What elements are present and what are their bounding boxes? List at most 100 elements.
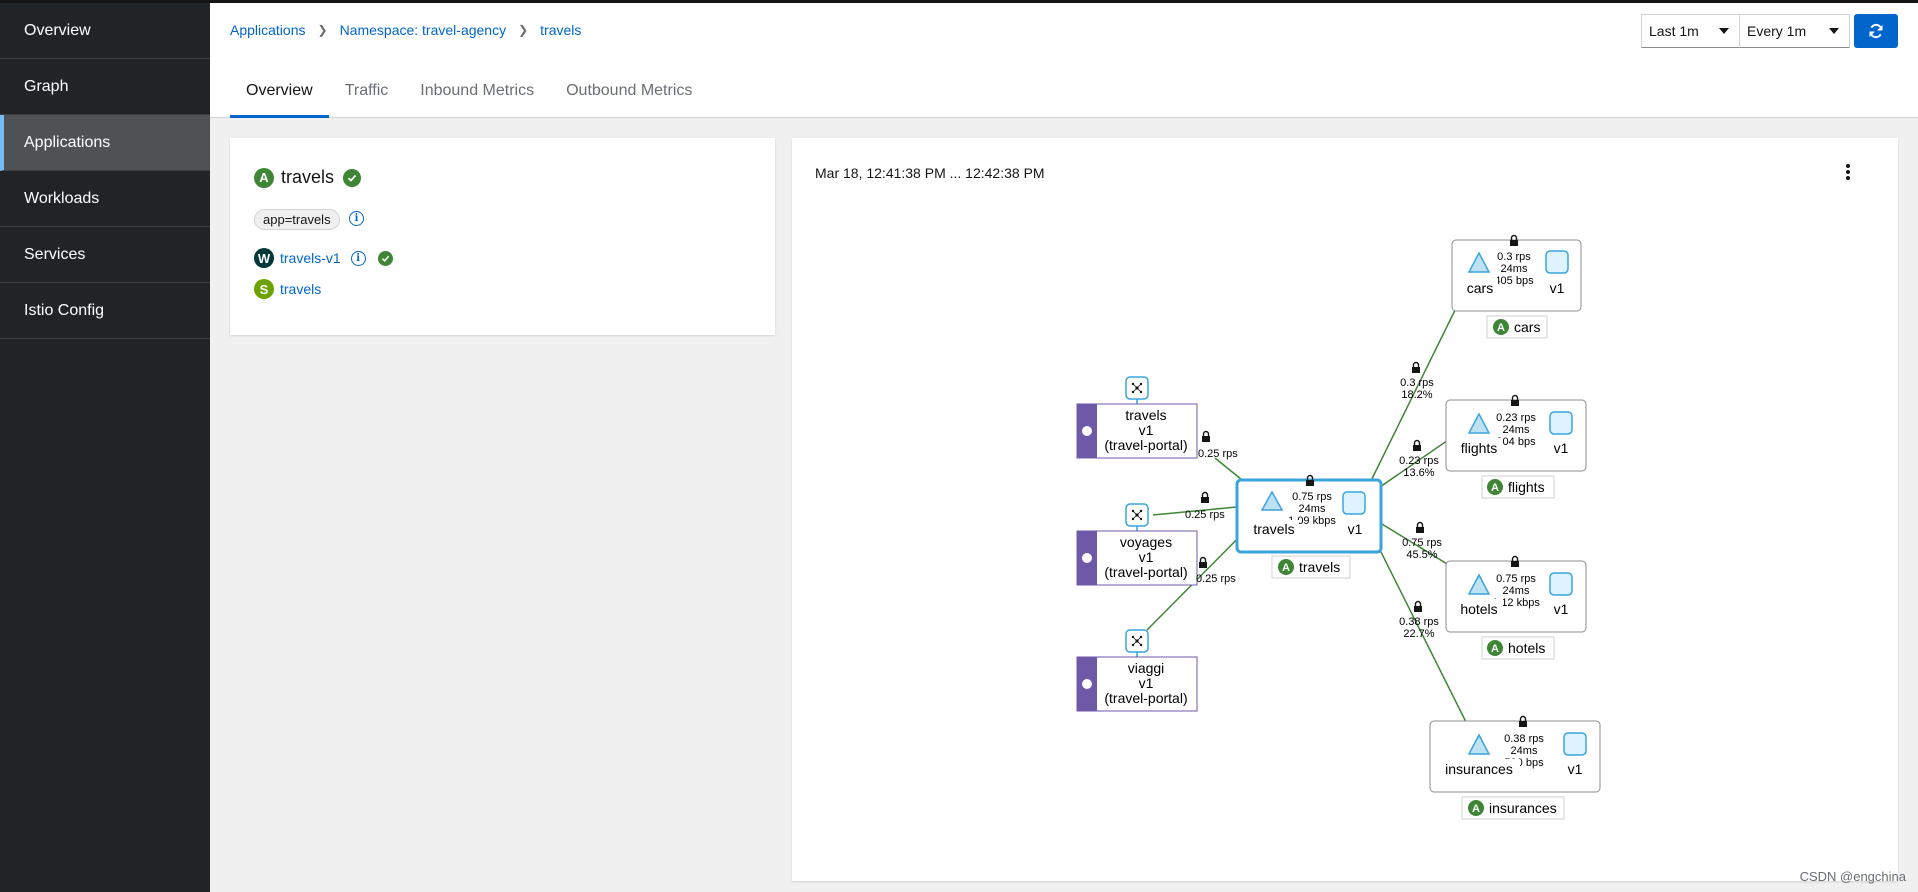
svg-text:A: A bbox=[1472, 803, 1480, 815]
svg-text:cars: cars bbox=[1467, 280, 1493, 296]
svg-text:A: A bbox=[1497, 322, 1505, 334]
app-label-insurances: A insurances bbox=[1461, 796, 1565, 820]
portal-node[interactable]: travels v1 (travel-portal) bbox=[1076, 403, 1198, 459]
svg-text:24ms: 24ms bbox=[1503, 585, 1530, 597]
caret-down-icon bbox=[1829, 28, 1839, 34]
chevron-right-icon: ❯ bbox=[518, 23, 529, 37]
caret-down-icon bbox=[1719, 28, 1729, 34]
svg-text:v1: v1 bbox=[1568, 761, 1583, 777]
info-icon[interactable]: i bbox=[350, 250, 366, 266]
node-latency: 24ms bbox=[1299, 503, 1326, 515]
svg-text:A: A bbox=[1491, 482, 1499, 494]
health-ok-icon[interactable] bbox=[343, 168, 362, 187]
portal-node[interactable]: viaggi v1 (travel-portal) bbox=[1076, 656, 1198, 712]
app-badge: A bbox=[254, 167, 274, 188]
node-namespace: (travel-portal) bbox=[1104, 437, 1187, 453]
svg-text:24ms: 24ms bbox=[1501, 263, 1528, 275]
svg-text:A: A bbox=[1282, 562, 1290, 574]
edge-label: 0.23 rps bbox=[1399, 455, 1439, 467]
tab-traffic[interactable]: Traffic bbox=[329, 76, 405, 118]
svg-text:insurances: insurances bbox=[1489, 800, 1557, 816]
edge-percent: 45.5% bbox=[1406, 549, 1437, 561]
chevron-right-icon: ❯ bbox=[317, 23, 328, 37]
app-node-insurances[interactable]: 0.38 rps 24ms 530 bps insurances v1 bbox=[1429, 715, 1601, 793]
sidebar: Overview Graph Applications Workloads Se… bbox=[0, 3, 210, 892]
refresh-interval-select[interactable]: Every 1m bbox=[1740, 14, 1850, 48]
sync-icon bbox=[1869, 23, 1883, 39]
breadcrumb: Applications ❯ Namespace: travel-agency … bbox=[230, 22, 581, 38]
svg-text:24ms: 24ms bbox=[1511, 745, 1538, 757]
info-icon[interactable]: i bbox=[349, 211, 364, 226]
service-badge: S bbox=[254, 279, 274, 299]
workload-row: W travels-v1 i bbox=[254, 248, 393, 268]
svg-text:cars: cars bbox=[1514, 319, 1540, 335]
workload-badge: W bbox=[254, 248, 274, 268]
watermark: CSDN @engchina bbox=[1799, 869, 1906, 884]
node-version: v1 bbox=[1139, 675, 1154, 691]
app-node-hotels[interactable]: 0.75 rps 24ms 1.12 kbps hotels v1 bbox=[1445, 555, 1587, 633]
tab-overview[interactable]: Overview bbox=[230, 76, 329, 118]
workload-link[interactable]: travels-v1 bbox=[280, 250, 341, 266]
svg-text:insurances: insurances bbox=[1445, 761, 1513, 777]
svg-text:travels: travels bbox=[1299, 559, 1340, 575]
sidebar-item-workloads[interactable]: Workloads bbox=[0, 171, 210, 227]
sidebar-item-istio-config[interactable]: Istio Config bbox=[0, 283, 210, 339]
tab-inbound-metrics[interactable]: Inbound Metrics bbox=[404, 76, 550, 118]
edge-percent: 22.7% bbox=[1403, 628, 1434, 640]
node-version: v1 bbox=[1139, 422, 1154, 438]
edge-label: 0.25 rps bbox=[1185, 509, 1225, 521]
svg-text:v1: v1 bbox=[1550, 280, 1565, 296]
app-title: travels bbox=[281, 167, 335, 187]
svg-text:flights: flights bbox=[1508, 479, 1545, 495]
node-namespace: (travel-portal) bbox=[1104, 690, 1187, 706]
breadcrumb-namespace[interactable]: Namespace: travel-agency bbox=[340, 22, 507, 38]
edge-label: 0.3 rps bbox=[1400, 377, 1434, 389]
app-label-flights: A flights bbox=[1481, 475, 1555, 499]
app-node-flights[interactable]: 0.23 rps 24ms 304 bps flights v1 bbox=[1445, 394, 1587, 472]
svg-text:0.23 rps: 0.23 rps bbox=[1496, 412, 1536, 424]
app-label-cars: A cars bbox=[1486, 315, 1548, 339]
refresh-button[interactable] bbox=[1854, 14, 1898, 48]
breadcrumb-travels[interactable]: travels bbox=[540, 22, 581, 38]
breadcrumb-applications[interactable]: Applications bbox=[230, 22, 306, 38]
refresh-interval-value: Every 1m bbox=[1747, 23, 1807, 39]
node-version: v1 bbox=[1139, 549, 1154, 565]
app-label: app=travels bbox=[254, 209, 340, 230]
svg-text:v1: v1 bbox=[1554, 440, 1569, 456]
version-label: v1 bbox=[1348, 521, 1363, 537]
sidebar-item-services[interactable]: Services bbox=[0, 227, 210, 283]
service-link[interactable]: travels bbox=[280, 281, 321, 297]
svg-text:0.3 rps: 0.3 rps bbox=[1497, 251, 1531, 263]
tab-outbound-metrics[interactable]: Outbound Metrics bbox=[550, 76, 708, 118]
node-name: viaggi bbox=[1128, 660, 1165, 676]
portal-node[interactable]: voyages v1 (travel-portal) bbox=[1076, 530, 1198, 586]
svg-text:405 bps: 405 bps bbox=[1494, 275, 1534, 287]
node-name: travels bbox=[1125, 407, 1166, 423]
service-name: travels bbox=[1253, 521, 1294, 537]
app-node-travels[interactable]: 0.75 rps 24ms 1.09 kbps travels v1 bbox=[1235, 474, 1383, 554]
duration-value: Last 1m bbox=[1649, 23, 1699, 39]
edge-percent: 13.6% bbox=[1403, 467, 1434, 479]
sidebar-item-applications[interactable]: Applications bbox=[0, 115, 210, 171]
page-header: Applications ❯ Namespace: travel-agency … bbox=[210, 3, 1918, 118]
sidebar-item-graph[interactable]: Graph bbox=[0, 59, 210, 115]
health-ok-icon[interactable] bbox=[377, 250, 393, 266]
node-namespace: (travel-portal) bbox=[1104, 564, 1187, 580]
graph-card: Mar 18, 12:41:38 PM ... 12:42:38 PM trav… bbox=[792, 138, 1898, 881]
svg-text:hotels: hotels bbox=[1508, 640, 1545, 656]
duration-select[interactable]: Last 1m bbox=[1641, 14, 1740, 48]
edge-label: 0.25 rps bbox=[1196, 573, 1236, 585]
app-label-hotels: A hotels bbox=[1481, 636, 1555, 660]
service-row: S travels bbox=[254, 279, 321, 299]
edge-label: 0.25 rps bbox=[1198, 448, 1238, 460]
svg-text:24ms: 24ms bbox=[1503, 424, 1530, 436]
tabs: Overview Traffic Inbound Metrics Outboun… bbox=[230, 76, 708, 118]
service-graph[interactable]: travels v1 (travel-portal) voyages v1 (t… bbox=[792, 138, 1898, 881]
time-controls: Last 1m Every 1m bbox=[1641, 14, 1898, 48]
node-name: voyages bbox=[1120, 534, 1172, 550]
edge-label: 0.38 rps bbox=[1399, 616, 1439, 628]
app-node-cars[interactable]: 0.3 rps 24ms 405 bps cars v1 bbox=[1451, 234, 1582, 312]
svg-text:flights: flights bbox=[1461, 440, 1498, 456]
app-label-travels: A travels bbox=[1271, 555, 1351, 579]
sidebar-item-overview[interactable]: Overview bbox=[0, 3, 210, 59]
